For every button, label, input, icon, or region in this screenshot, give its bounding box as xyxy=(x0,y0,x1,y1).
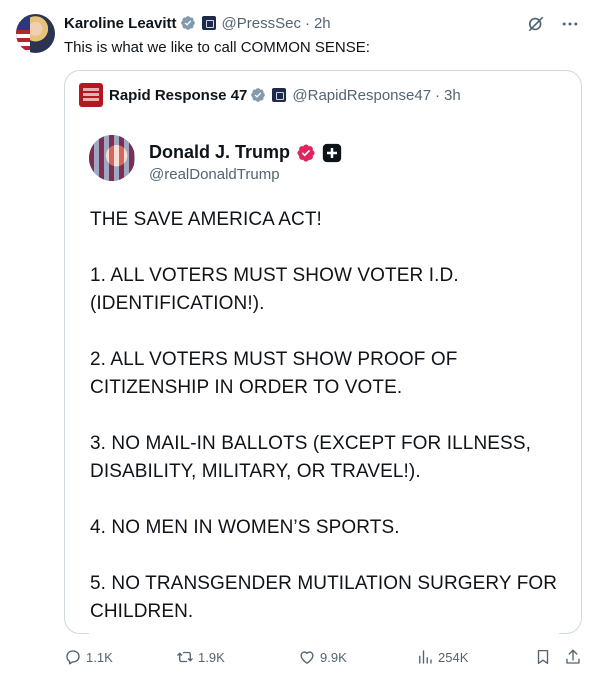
flag-graphic xyxy=(16,14,30,53)
embedded-author-handle: @realDonaldTrump xyxy=(149,166,280,183)
government-label-icon xyxy=(272,88,287,102)
tweet[interactable]: Karoline Leavitt @PressSec · 2h This is … xyxy=(0,0,594,679)
quote-timestamp: 3h xyxy=(444,86,461,104)
body-line: CITIZENSHIP IN ORDER TO VOTE. xyxy=(90,377,403,398)
tweet-header: Karoline Leavitt @PressSec · 2h xyxy=(64,13,331,33)
quoted-tweet[interactable]: Rapid Response 47 @RapidResponse47 · 3h … xyxy=(64,70,582,679)
grok-icon[interactable] xyxy=(526,14,546,34)
share-button[interactable] xyxy=(564,646,586,668)
body-line: DISABILITY, MILITARY, OR TRAVEL!). xyxy=(90,461,421,482)
body-line: (IDENTIFICATION!). xyxy=(90,293,265,314)
top-right-icons xyxy=(526,14,580,34)
repost-count: 1.9K xyxy=(198,649,225,665)
verified-badge-icon xyxy=(251,88,266,102)
reply-count: 1.1K xyxy=(86,649,113,665)
author-handle[interactable]: @PressSec xyxy=(222,15,301,32)
embedded-post-body: THE SAVE AMERICA ACT! 1. ALL VOTERS MUST… xyxy=(90,206,560,626)
like-count: 9.9K xyxy=(320,649,347,665)
like-button[interactable]: 9.9K xyxy=(298,646,347,668)
author-name[interactable]: Karoline Leavitt xyxy=(64,15,177,32)
quote-header: Rapid Response 47 @RapidResponse47 · 3h xyxy=(79,83,461,107)
more-options-icon[interactable] xyxy=(560,14,580,34)
quote-author-name: Rapid Response 47 xyxy=(109,86,248,104)
verified-badge-icon xyxy=(297,143,315,162)
separator-dot: · xyxy=(435,86,441,104)
body-line: 5. NO TRANSGENDER MUTILATION SURGERY FOR xyxy=(90,573,558,594)
share-icon xyxy=(566,649,580,664)
reply-icon xyxy=(66,650,80,665)
embedded-author-row: Donald J. Trump xyxy=(149,142,342,163)
repost-icon xyxy=(177,651,193,663)
body-line: 4. NO MEN IN WOMEN’S SPORTS. xyxy=(90,517,400,538)
body-line: CHILDREN. xyxy=(90,601,194,622)
body-line xyxy=(90,486,560,514)
body-line: THE SAVE AMERICA ACT! xyxy=(90,209,322,230)
verified-badge-icon xyxy=(180,16,195,30)
body-line xyxy=(90,402,560,430)
body-line: 2. ALL VOTERS MUST SHOW PROOF OF xyxy=(90,349,458,370)
bookmark-button[interactable] xyxy=(534,646,556,668)
government-label-icon xyxy=(201,16,216,30)
views-icon xyxy=(419,650,432,664)
body-line xyxy=(90,234,560,262)
views-button[interactable]: 254K xyxy=(416,646,468,668)
reply-button[interactable]: 1.1K xyxy=(64,646,113,668)
embedded-avatar xyxy=(89,135,135,181)
repost-button[interactable]: 1.9K xyxy=(176,646,225,668)
bookmark-icon xyxy=(537,649,549,665)
timestamp[interactable]: 2h xyxy=(314,15,331,32)
tweet-text: This is what we like to call COMMON SENS… xyxy=(64,39,370,56)
heart-icon xyxy=(300,651,314,664)
body-line xyxy=(90,542,560,570)
body-line xyxy=(90,318,560,346)
embedded-post-image: Donald J. Trump @realDonaldTrump THE SAV… xyxy=(89,135,559,679)
embedded-author-name: Donald J. Trump xyxy=(149,142,291,162)
body-line: 3. NO MAIL-IN BALLOTS (EXCEPT FOR ILLNES… xyxy=(90,433,531,454)
body-line: 1. ALL VOTERS MUST SHOW VOTER I.D. xyxy=(90,265,459,286)
quote-avatar[interactable] xyxy=(79,83,103,107)
separator-dot: · xyxy=(304,14,310,32)
action-bar: 1.1K 1.9K 9.9K 254K xyxy=(64,646,584,668)
quote-author-handle: @RapidResponse47 xyxy=(292,86,432,104)
views-count: 254K xyxy=(438,649,469,665)
plus-icon xyxy=(322,143,342,162)
avatar[interactable] xyxy=(16,14,55,53)
